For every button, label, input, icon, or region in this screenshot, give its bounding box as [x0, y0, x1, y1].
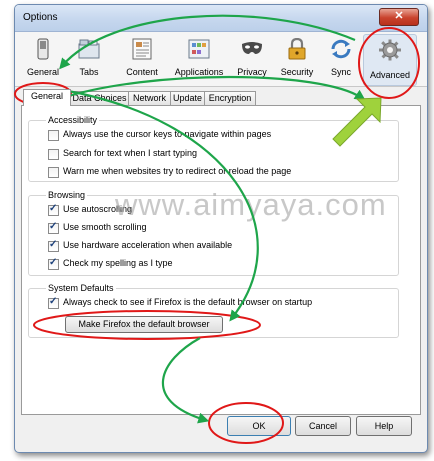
checkbox[interactable]: [48, 239, 59, 252]
ok-button[interactable]: OK: [227, 416, 291, 436]
toolbar-advanced-label: Advanced: [369, 70, 411, 80]
tab-strip: General Data Choices Network Update Encr…: [21, 89, 421, 106]
toolbar-content[interactable]: Content: [122, 38, 162, 82]
option-label: Search for text when I start typing: [63, 148, 198, 158]
screenshot: Options ✕ General Tabs Content Applicati…: [0, 0, 434, 461]
toolbar-general-label: General: [26, 67, 60, 77]
toolbar-sync[interactable]: Sync: [327, 38, 355, 82]
toolbar-tabs-label: Tabs: [79, 67, 99, 77]
make-default-browser-button[interactable]: Make Firefox the default browser: [65, 316, 223, 333]
toolbar-content-label: Content: [126, 67, 158, 77]
system-defaults-title: System Defaults: [46, 283, 116, 293]
toolbar-sync-label: Sync: [330, 67, 351, 77]
toolbar-applications-label: Applications: [174, 67, 224, 77]
close-icon: ✕: [394, 10, 404, 22]
window-title: Options: [23, 12, 58, 23]
tab-update[interactable]: Update: [170, 91, 205, 105]
tab-general-label: General: [30, 91, 64, 101]
checkbox[interactable]: [48, 130, 59, 141]
help-button-label: Help: [374, 421, 394, 431]
checkbox[interactable]: [48, 296, 59, 309]
tab-encryption-label: Encryption: [208, 93, 252, 103]
mask-icon: [242, 42, 262, 54]
padlock-icon: [288, 38, 306, 60]
option-label: Use hardware acceleration when available: [63, 240, 233, 250]
toolbar-privacy-label: Privacy: [237, 67, 267, 77]
help-button[interactable]: Help: [356, 416, 412, 436]
toolbar-applications[interactable]: Applications: [170, 38, 228, 82]
toolbar-advanced[interactable]: Advanced: [363, 34, 417, 86]
title-bar[interactable]: Options ✕: [15, 5, 427, 32]
option-label: Use smooth scrolling: [63, 222, 147, 232]
toolbar-security[interactable]: Security: [278, 38, 316, 82]
tab-network[interactable]: Network: [128, 91, 171, 105]
cancel-button[interactable]: Cancel: [295, 416, 351, 436]
option-label: Always use the cursor keys to navigate w…: [63, 129, 272, 139]
tab-encryption[interactable]: Encryption: [204, 91, 256, 105]
applications-icon: [188, 39, 210, 59]
make-default-browser-label: Make Firefox the default browser: [78, 319, 210, 329]
browsing-title: Browsing: [46, 190, 88, 200]
sync-icon: [331, 39, 351, 59]
toolbar-privacy[interactable]: Privacy: [235, 38, 269, 82]
checkbox[interactable]: [48, 257, 59, 270]
toolbar-general[interactable]: General: [25, 38, 61, 82]
option-label: Warn me when websites try to redirect or…: [63, 166, 292, 176]
close-button[interactable]: ✕: [379, 8, 419, 26]
watermark: www.aimyaya.com: [115, 187, 387, 222]
tab-data-choices-label: Data Choices: [72, 93, 127, 103]
preferences-toolbar: General Tabs Content Applications Privac…: [15, 32, 427, 87]
toolbar-tabs[interactable]: Tabs: [73, 38, 105, 82]
cancel-button-label: Cancel: [308, 421, 337, 431]
checkbox[interactable]: [48, 167, 59, 178]
switch-icon: [37, 38, 49, 60]
tab-update-label: Update: [172, 93, 203, 103]
checkbox[interactable]: [48, 149, 59, 160]
option-label: Check my spelling as I type: [63, 258, 173, 268]
tab-network-label: Network: [132, 93, 166, 103]
gear-icon: [379, 39, 401, 61]
tabs-icon: [78, 39, 100, 59]
tab-general[interactable]: General: [23, 89, 71, 106]
option-label: Always check to see if Firefox is the de…: [63, 297, 313, 307]
checkbox[interactable]: [48, 203, 59, 216]
content-icon: [132, 38, 152, 60]
checkbox[interactable]: [48, 221, 59, 234]
tab-data-choices[interactable]: Data Choices: [70, 91, 129, 105]
ok-button-label: OK: [252, 421, 266, 431]
accessibility-title: Accessibility: [46, 115, 100, 125]
toolbar-security-label: Security: [280, 67, 314, 77]
